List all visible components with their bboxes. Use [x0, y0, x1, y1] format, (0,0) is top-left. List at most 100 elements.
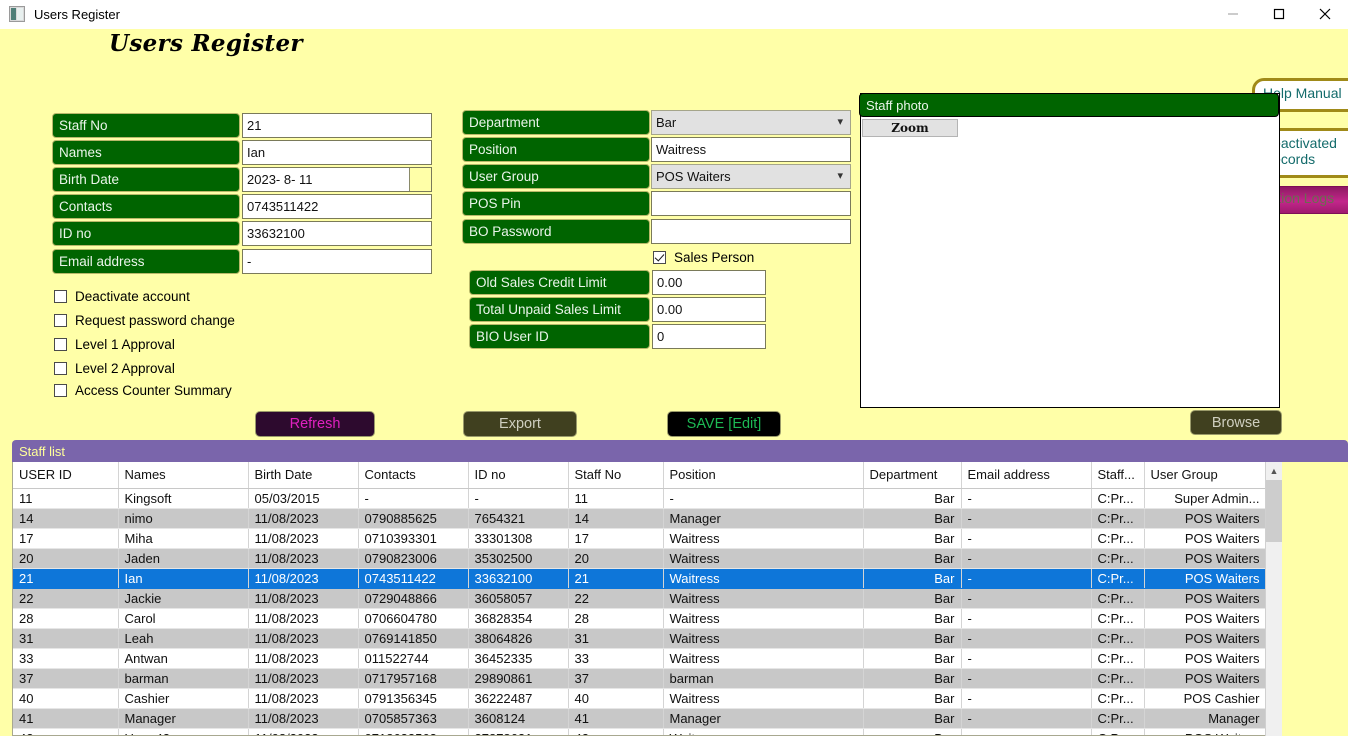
table-row[interactable]: 14 nimo 11/08/2023 0790885625 7654321 14 Manag… [13, 508, 1281, 529]
birth-date-input[interactable]: 2023- 8- 11 [242, 167, 432, 192]
table-cell: 3608124 [468, 708, 569, 729]
table-row[interactable]: 20 Jaden 11/08/2023 0790823006 35302500 20 Wai… [13, 548, 1281, 569]
label-total-unpaid-sales-limit-text: Total Unpaid Sales Limit [476, 302, 621, 317]
table-cell: Miha [118, 528, 249, 549]
column-header-department[interactable]: Department [863, 462, 962, 489]
table-row[interactable]: 21 Ian 11/08/2023 0743511422 33632100 21 Waitr… [13, 568, 1281, 589]
browse-button[interactable]: Browse [1190, 410, 1282, 435]
table-cell: POS Waiters [1144, 508, 1267, 529]
table-cell: 35302500 [468, 548, 569, 569]
staff-list-scrollbar[interactable]: ▲ [1265, 462, 1282, 736]
level-1-approval-box[interactable] [54, 338, 67, 351]
level-2-approval-box[interactable] [54, 362, 67, 375]
table-cell: 33 [568, 648, 664, 669]
column-header-position[interactable]: Position [663, 462, 864, 489]
names-input[interactable]: Ian [242, 140, 432, 165]
table-row[interactable]: 17 Miha 11/08/2023 0710393301 33301308 17 Wait… [13, 528, 1281, 549]
contacts-input[interactable]: 0743511422 [242, 194, 432, 219]
table-cell: 41 [568, 708, 664, 729]
column-header-contacts[interactable]: Contacts [358, 462, 469, 489]
label-user-group-text: User Group [469, 169, 539, 184]
pos-pin-input[interactable] [651, 191, 851, 216]
chevron-up-icon[interactable]: ▲ [1266, 462, 1282, 479]
bo-password-input[interactable] [651, 219, 851, 244]
table-row[interactable]: 28 Carol 11/08/2023 0706604780 36828354 28 Wai… [13, 608, 1281, 629]
checkbox-access-counter-summary[interactable]: Access Counter Summary [54, 383, 232, 398]
table-cell: - [961, 568, 1092, 589]
checkbox-request-password-change[interactable]: Request password change [54, 313, 235, 328]
checkbox-level-1-approval[interactable]: Level 1 Approval [54, 337, 175, 352]
label-department-text: Department [469, 115, 540, 130]
table-row[interactable]: 40 Cashier 11/08/2023 0791356345 36222487 40 W… [13, 688, 1281, 709]
level-2-approval-label: Level 2 Approval [75, 361, 175, 376]
total-unpaid-sales-limit-input[interactable]: 0.00 [652, 297, 766, 322]
old-sales-credit-limit-input[interactable]: 0.00 [652, 270, 766, 295]
export-button[interactable]: Export [463, 411, 577, 437]
table-cell: C:Pr... [1091, 488, 1145, 509]
position-input[interactable]: Waitress [651, 137, 851, 162]
access-counter-summary-box[interactable] [54, 384, 67, 397]
scrollbar-thumb[interactable] [1266, 480, 1282, 542]
column-header-id-no[interactable]: ID no [468, 462, 569, 489]
table-cell: C:Pr... [1091, 628, 1145, 649]
id-no-input[interactable]: 33632100 [242, 221, 432, 246]
label-position: Position [462, 137, 650, 162]
refresh-button[interactable]: Refresh [255, 411, 375, 437]
table-cell: 36222487 [468, 688, 569, 709]
maximize-icon[interactable] [1256, 0, 1302, 29]
close-icon[interactable] [1302, 0, 1348, 29]
column-header-birth-date[interactable]: Birth Date [248, 462, 359, 489]
table-row[interactable]: 42User 4211/08/202307186335633787862142W… [13, 728, 1281, 735]
table-row[interactable]: 31 Leah 11/08/2023 0769141850 38064826 31 Wait… [13, 628, 1281, 649]
label-id-no: ID no [52, 221, 240, 246]
table-cell: Bar [863, 508, 962, 529]
names-value: Ian [247, 145, 266, 160]
column-header-user-group[interactable]: User Group [1144, 462, 1267, 489]
table-row[interactable]: 41 Manager 11/08/2023 0705857363 3608124 41 Ma… [13, 708, 1281, 729]
birth-date-value: 2023- 8- 11 [247, 172, 313, 187]
checkbox-deactivate-account[interactable]: Deactivate account [54, 289, 190, 304]
user-group-combo[interactable]: POS Waiters ▾ [651, 164, 851, 189]
table-cell: 41 [13, 708, 119, 729]
photo-zoom-button[interactable]: Zoom [862, 119, 958, 137]
column-header-user-id[interactable]: USER ID [13, 462, 119, 489]
table-cell: POS Waiters [1144, 628, 1267, 649]
table-cell: - [663, 488, 864, 509]
table-cell: Waitress [663, 688, 864, 709]
checkbox-level-2-approval[interactable]: Level 2 Approval [54, 361, 175, 376]
table-cell: 36452335 [468, 648, 569, 669]
table-cell: 11/08/2023 [248, 668, 359, 689]
email-address-input[interactable]: - [242, 249, 432, 274]
deactivate-account-box[interactable] [54, 290, 67, 303]
bio-user-id-value: 0 [657, 329, 665, 344]
table-cell: 0717957168 [358, 668, 469, 689]
label-birth-date-text: Birth Date [59, 172, 120, 187]
table-cell: 0791356345 [358, 688, 469, 709]
id-no-value: 33632100 [247, 226, 305, 241]
minimize-icon[interactable] [1210, 0, 1256, 29]
department-value: Bar [656, 115, 677, 130]
table-row[interactable]: 37 barman 11/08/2023 0717957168 29890861 37 ba… [13, 668, 1281, 689]
bio-user-id-input[interactable]: 0 [652, 324, 766, 349]
table-cell: C:Pr... [1091, 528, 1145, 549]
column-header-names[interactable]: Names [118, 462, 249, 489]
sales-person-box[interactable] [653, 251, 666, 264]
staff-list-grid[interactable]: USER ID Names Birth Date Contacts ID no Staff… [12, 462, 1282, 736]
table-cell: 33301308 [468, 528, 569, 549]
checkbox-sales-person[interactable]: Sales Person [653, 250, 754, 265]
table-row[interactable]: 11 Kingsoft 05/03/2015- -11- Bar - C:Pr... Supe… [13, 488, 1281, 509]
column-header-staff-no[interactable]: Staff No [568, 462, 664, 489]
save-button[interactable]: SAVE [Edit] [667, 411, 781, 437]
table-cell: POS Waiters [1144, 568, 1267, 589]
column-header-email-address[interactable]: Email address [961, 462, 1092, 489]
table-cell: - [358, 488, 469, 509]
table-cell: User 42 [118, 728, 249, 735]
table-row[interactable]: 22 Jackie 11/08/2023 0729048866 36058057 22 Wa… [13, 588, 1281, 609]
table-row[interactable]: 33 Antwan 11/08/2023 011522744 36452335 33 Wai… [13, 648, 1281, 669]
birth-date-spinner-icon[interactable] [409, 168, 431, 191]
label-bio-user-id-text: BIO User ID [476, 329, 549, 344]
staff-no-input[interactable]: 21 [242, 113, 432, 138]
department-combo[interactable]: Bar ▾ [651, 110, 851, 135]
request-password-change-box[interactable] [54, 314, 67, 327]
column-header-staff[interactable]: Staff... [1091, 462, 1145, 489]
